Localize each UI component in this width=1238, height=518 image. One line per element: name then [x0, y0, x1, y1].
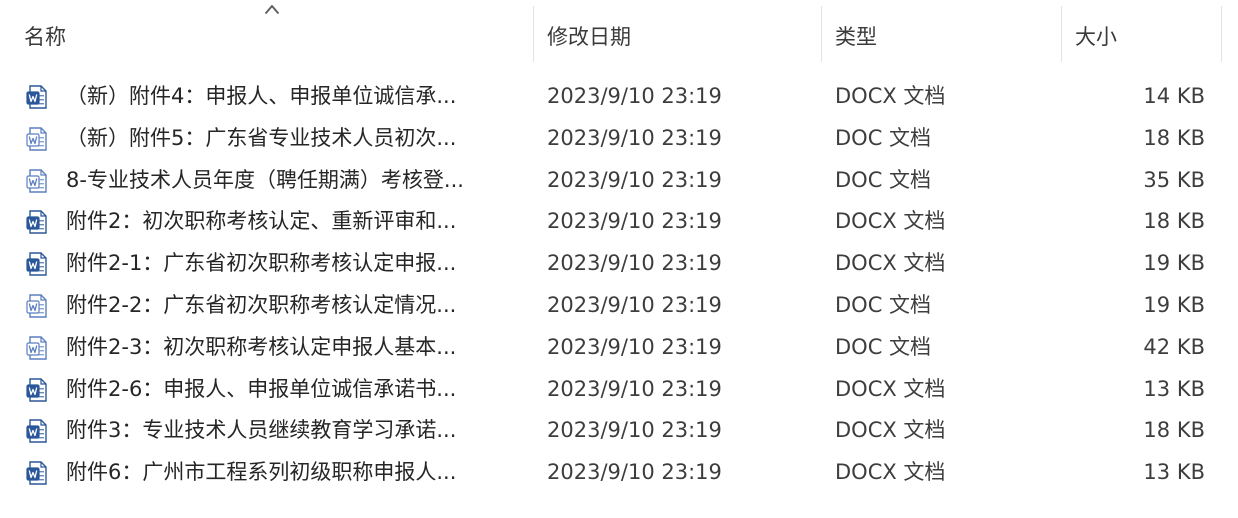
file-row[interactable]: （新）附件4：申报人、申报单位诚信承... 2023/9/10 23:19 DOCX…: [0, 76, 1238, 118]
file-rows: （新）附件4：申报人、申报单位诚信承... 2023/9/10 23:19 DOCX…: [0, 76, 1238, 494]
file-row[interactable]: 附件2-2：广东省初次职称考核认定情况... 2023/9/10 23:19 DOC…: [0, 285, 1238, 327]
word-document-icon: [26, 210, 48, 235]
file-size: 18 KB: [1143, 418, 1205, 443]
file-modified-date: 2023/9/10 23:19: [547, 292, 722, 317]
file-type: DOC 文档: [835, 125, 932, 150]
word-legacy-document-icon: [26, 168, 48, 193]
file-type: DOC 文档: [835, 334, 932, 359]
file-modified-date: 2023/9/10 23:19: [547, 251, 722, 276]
file-name: 附件2：初次职称考核认定、重新评审和...: [66, 209, 457, 234]
file-name: 附件6：广州市工程系列初级职称申报人...: [66, 460, 457, 485]
word-legacy-document-icon: [26, 127, 48, 151]
file-modified-date: 2023/9/10 23:19: [547, 125, 722, 150]
file-size: 19 KB: [1143, 251, 1205, 276]
file-size: 13 KB: [1143, 460, 1205, 485]
file-size: 42 KB: [1143, 334, 1205, 359]
file-modified-date: 2023/9/10 23:19: [547, 84, 722, 108]
file-modified-date: 2023/9/10 23:19: [547, 418, 722, 443]
file-row[interactable]: 8-专业技术人员年度（聘任期满）考核登... 2023/9/10 23:19 DOC…: [0, 160, 1238, 202]
file-row[interactable]: 附件2-1：广东省初次职称考核认定申报... 2023/9/10 23:19 DOC…: [0, 243, 1238, 285]
file-modified-date: 2023/9/10 23:19: [547, 460, 722, 485]
file-size: 14 KB: [1143, 84, 1205, 108]
file-name: （新）附件4：申报人、申报单位诚信承...: [66, 84, 457, 108]
file-size: 18 KB: [1143, 125, 1205, 150]
file-size: 35 KB: [1143, 167, 1205, 192]
file-name: 8-专业技术人员年度（聘任期满）考核登...: [66, 167, 464, 192]
file-type: DOCX 文档: [835, 84, 946, 108]
file-size: 19 KB: [1143, 292, 1205, 317]
file-type: DOCX 文档: [835, 460, 946, 485]
file-size: 13 KB: [1143, 376, 1205, 401]
file-type: DOCX 文档: [835, 418, 946, 443]
word-legacy-document-icon: [26, 294, 48, 318]
file-row[interactable]: 附件2-6：申报人、申报单位诚信承诺书... 2023/9/10 23:19 DOC…: [0, 369, 1238, 411]
word-document-icon: [26, 85, 48, 109]
column-header-name[interactable]: 名称: [10, 0, 533, 64]
word-document-icon: [26, 461, 48, 485]
file-type: DOCX 文档: [835, 209, 946, 234]
file-row[interactable]: （新）附件5：广东省专业技术人员初次... 2023/9/10 23:19 DOC …: [0, 118, 1238, 160]
column-header-row: 名称 修改日期 类型 大小: [0, 0, 1238, 64]
file-name: 附件2-2：广东省初次职称考核认定情况...: [66, 292, 457, 317]
file-type: DOCX 文档: [835, 376, 946, 401]
word-document-icon: [26, 252, 48, 276]
word-document-icon: [26, 377, 48, 402]
column-header-modified[interactable]: 修改日期: [533, 0, 821, 64]
file-name: 附件2-3：初次职称考核认定申报人基本...: [66, 334, 457, 359]
file-modified-date: 2023/9/10 23:19: [547, 167, 722, 192]
file-name: 附件2-1：广东省初次职称考核认定申报...: [66, 251, 457, 276]
file-type: DOC 文档: [835, 167, 932, 192]
file-row[interactable]: 附件6：广州市工程系列初级职称申报人... 2023/9/10 23:19 DOCX…: [0, 452, 1238, 494]
column-header-type[interactable]: 类型: [821, 0, 1061, 64]
file-type: DOCX 文档: [835, 251, 946, 276]
word-legacy-document-icon: [26, 336, 48, 360]
file-modified-date: 2023/9/10 23:19: [547, 334, 722, 359]
column-header-size[interactable]: 大小: [1061, 0, 1221, 64]
file-name: 附件3：专业技术人员继续教育学习承诺...: [66, 418, 457, 443]
file-row[interactable]: 附件2-3：初次职称考核认定申报人基本... 2023/9/10 23:19 DOC…: [0, 327, 1238, 369]
file-name: 附件2-6：申报人、申报单位诚信承诺书...: [66, 376, 457, 401]
column-divider[interactable]: [1221, 6, 1222, 62]
word-document-icon: [26, 419, 48, 444]
file-row[interactable]: 附件3：专业技术人员继续教育学习承诺... 2023/9/10 23:19 DOCX…: [0, 410, 1238, 452]
file-size: 18 KB: [1143, 209, 1205, 234]
file-type: DOC 文档: [835, 292, 932, 317]
file-modified-date: 2023/9/10 23:19: [547, 209, 722, 234]
file-name: （新）附件5：广东省专业技术人员初次...: [66, 125, 457, 150]
file-list-view: 名称 修改日期 类型 大小 （新）附件4：申报人、申报单位诚信承... 2023/…: [0, 0, 1238, 518]
file-row[interactable]: 附件2：初次职称考核认定、重新评审和... 2023/9/10 23:19 DOCX…: [0, 201, 1238, 243]
file-modified-date: 2023/9/10 23:19: [547, 376, 722, 401]
